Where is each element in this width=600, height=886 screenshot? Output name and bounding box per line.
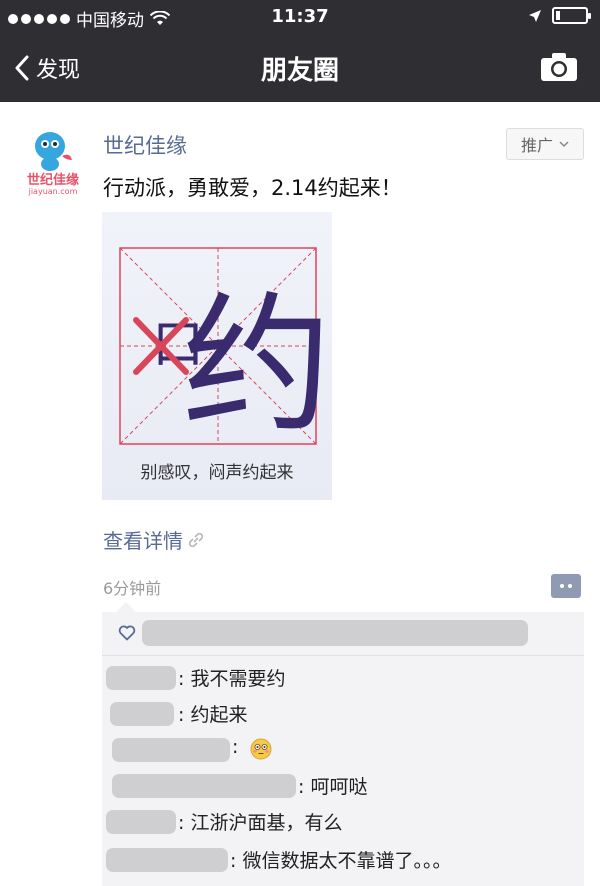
comment-item[interactable]: : 微信数据太不靠谱了。。。 [102,842,584,876]
logo-text: 世纪佳缘 [27,172,79,188]
jiayuan-logo: 世纪佳缘 jiayuan.com [27,132,79,196]
comment-text: : [232,736,239,758]
comment-text: : 我不需要约 [178,668,286,690]
status-time: 11:37 [271,6,329,27]
comment-item[interactable]: : [102,732,584,766]
logo-subtext: jiayuan.com [28,187,78,196]
post-image[interactable]: 口 约 别感叹，闷声约起来 [102,212,332,500]
comment-item[interactable]: : 江浙沪面基，有么 [102,804,584,838]
status-bar: 中国移动 11:37 [0,0,600,34]
heart-icon [118,625,136,641]
link-icon [188,532,204,547]
location-arrow-icon [529,9,541,22]
redacted-username [110,702,174,726]
comment-text: : 呵呵哒 [298,776,368,798]
battery-level [556,11,560,20]
comment-button[interactable] [551,574,581,598]
post-author[interactable]: 世纪佳缘 [103,130,187,160]
nav-bar: 发现 朋友圈 [0,34,600,102]
likes-row [102,612,584,656]
comments-area: : 我不需要约 : 约起来 : : 呵呵哒 : 江浙沪面基，有么 : 微信数据太… [102,602,584,886]
comment-text: : 江浙沪面基，有么 [178,812,343,834]
comment-item[interactable]: : 我不需要约 [102,660,584,694]
big-character: 约 [182,279,332,453]
redacted-username [112,774,296,798]
comment-text: : 微信数据太不靠谱了。。。 [230,850,452,872]
view-details-label: 查看详情 [103,529,183,553]
image-caption: 别感叹，闷声约起来 [140,463,294,483]
redacted-username [106,848,228,872]
chevron-down-icon [559,141,569,148]
redacted-username [112,738,230,762]
redacted-username [106,666,176,690]
battery-icon [552,7,591,24]
camera-button[interactable] [540,52,578,86]
post-text: 行动派，勇敢爱，2.14约起来！ [103,176,402,200]
view-details-link[interactable]: 查看详情 [103,525,205,554]
comment-item[interactable]: : 呵呵哒 [102,768,584,802]
redacted-likes [142,620,528,646]
calligraphy-grid: 口 约 [119,247,332,453]
avatar[interactable]: 世纪佳缘 jiayuan.com [18,126,88,196]
promo-dropdown[interactable]: 推广 [506,128,584,160]
page-title: 朋友圈 [260,56,339,86]
flushed-face-emoji [250,738,272,760]
status-right [528,7,591,24]
comment-text: : 约起来 [178,704,248,726]
post-time: 6分钟前 [103,579,162,598]
promo-label: 推广 [520,136,553,155]
redacted-username [106,810,176,834]
comment-item[interactable]: : 约起来 [102,696,584,730]
camera-icon [541,53,577,81]
